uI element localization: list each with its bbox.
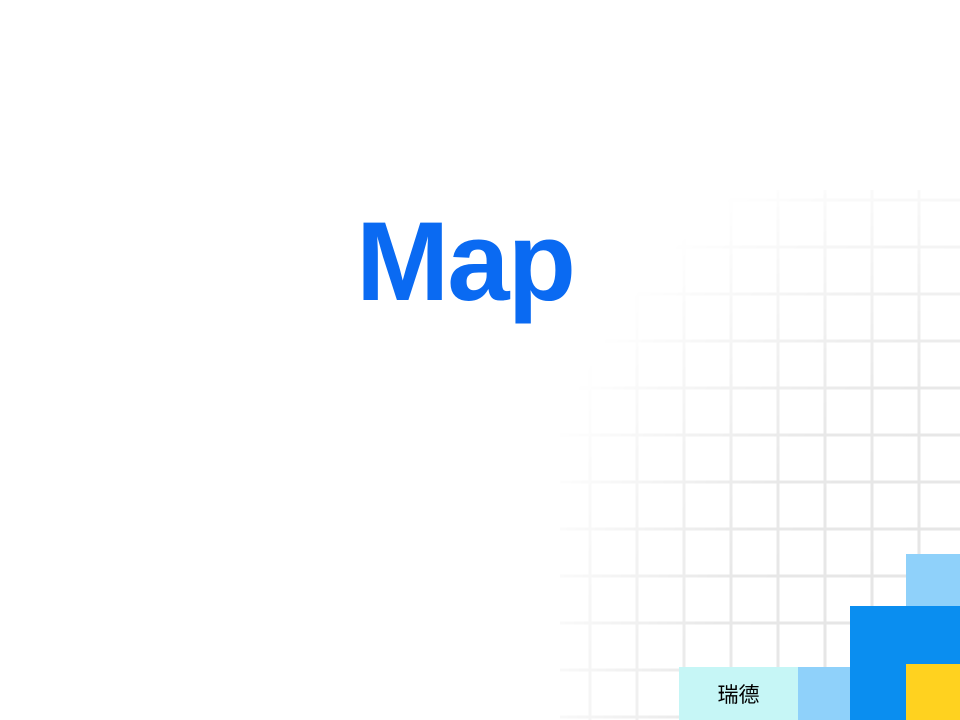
- decor-block-yellow: [906, 664, 960, 720]
- slide: Map 瑞德: [0, 0, 960, 720]
- decor-block-light-blue-top: [906, 554, 960, 606]
- footer-label: 瑞德: [717, 682, 760, 707]
- decor-block-light-blue-bottom: [798, 667, 850, 720]
- slide-title: Map: [356, 199, 576, 324]
